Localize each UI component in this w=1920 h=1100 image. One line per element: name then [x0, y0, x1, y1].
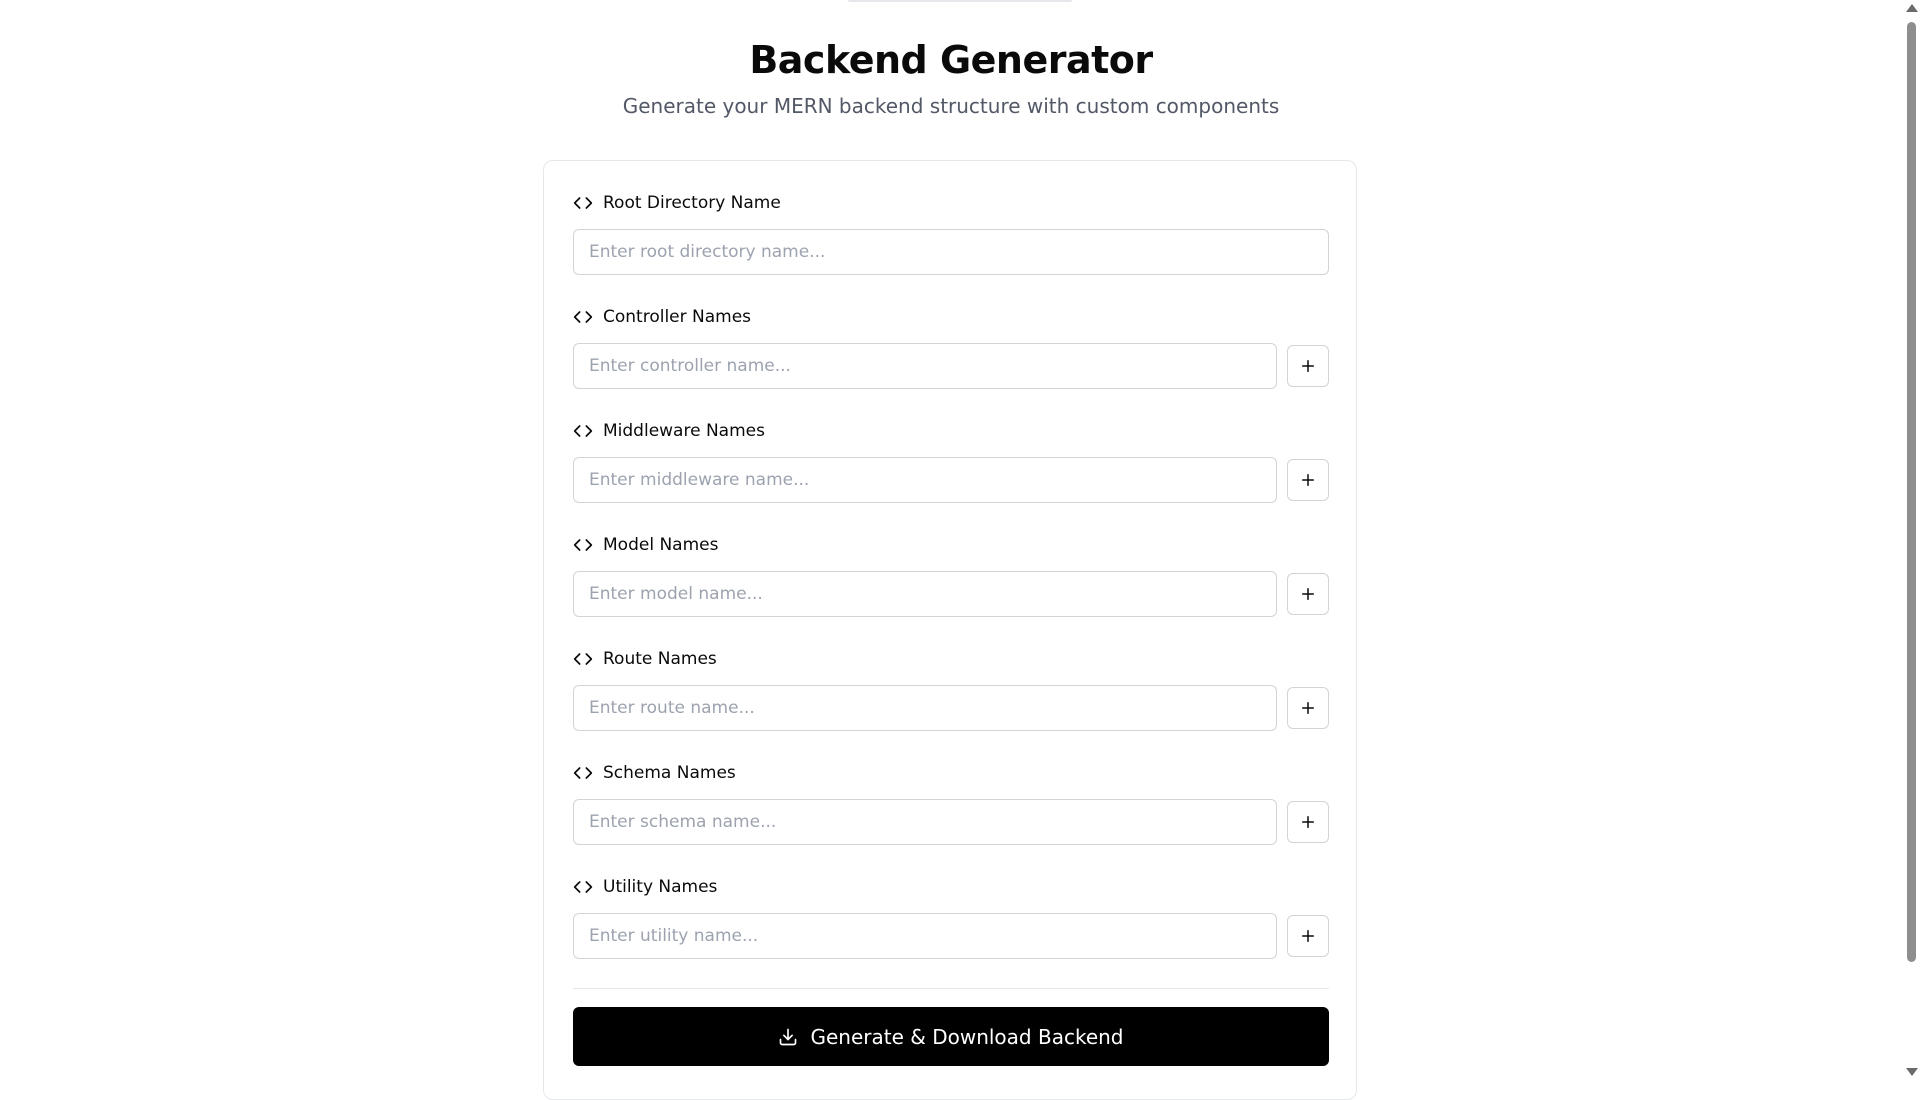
schema-names-field: Schema Names [573, 760, 1329, 845]
route-name-input[interactable] [573, 685, 1277, 731]
code-icon [573, 767, 593, 779]
download-icon [780, 1028, 797, 1045]
route-names-label-text: Route Names [603, 649, 717, 669]
generate-download-button[interactable]: Generate & Download Backend [573, 1007, 1329, 1066]
middleware-names-label: Middleware Names [573, 418, 1329, 444]
plus-icon [1302, 816, 1314, 828]
model-names-label: Model Names [573, 532, 1329, 558]
utility-names-row [573, 913, 1329, 959]
model-name-input[interactable] [573, 571, 1277, 617]
utility-names-field: Utility Names [573, 874, 1329, 959]
add-controller-button[interactable] [1287, 345, 1329, 387]
middleware-names-label-text: Middleware Names [603, 421, 765, 441]
schema-name-input[interactable] [573, 799, 1277, 845]
schema-names-label: Schema Names [573, 760, 1329, 786]
utility-names-label: Utility Names [573, 874, 1329, 900]
plus-icon [1302, 474, 1314, 486]
page-title: Backend Generator [749, 38, 1153, 82]
route-names-label: Route Names [573, 646, 1329, 672]
model-names-label-text: Model Names [603, 535, 719, 555]
add-utility-button[interactable] [1287, 915, 1329, 957]
root-directory-input[interactable] [573, 229, 1329, 275]
model-names-row [573, 571, 1329, 617]
code-icon [573, 881, 593, 893]
route-names-field: Route Names [573, 646, 1329, 731]
add-schema-button[interactable] [1287, 801, 1329, 843]
page-scrollbar[interactable] [1903, 0, 1920, 1080]
scroll-thumb[interactable] [1907, 22, 1916, 962]
controller-names-field: Controller Names [573, 304, 1329, 389]
plus-icon [1302, 360, 1314, 372]
middleware-names-field: Middleware Names [573, 418, 1329, 503]
middleware-names-row [573, 457, 1329, 503]
plus-icon [1302, 930, 1314, 942]
middleware-name-input[interactable] [573, 457, 1277, 503]
add-route-button[interactable] [1287, 687, 1329, 729]
schema-names-label-text: Schema Names [603, 763, 736, 783]
root-directory-field: Root Directory Name [573, 190, 1329, 275]
controller-names-label: Controller Names [573, 304, 1329, 330]
scroll-down-arrow-icon[interactable] [1906, 1068, 1918, 1076]
route-names-row [573, 685, 1329, 731]
schema-names-row [573, 799, 1329, 845]
form-divider [573, 988, 1329, 989]
utility-names-label-text: Utility Names [603, 877, 718, 897]
controller-name-input[interactable] [573, 343, 1277, 389]
add-middleware-button[interactable] [1287, 459, 1329, 501]
code-icon [573, 197, 593, 209]
model-names-field: Model Names [573, 532, 1329, 617]
root-directory-label: Root Directory Name [573, 190, 1329, 216]
root-directory-label-text: Root Directory Name [603, 193, 781, 213]
generate-download-label: Generate & Download Backend [810, 1024, 1124, 1049]
controller-names-row [573, 343, 1329, 389]
code-icon [573, 311, 593, 323]
controller-names-label-text: Controller Names [603, 307, 752, 327]
top-tab-indicator [848, 0, 1072, 2]
code-icon [573, 653, 593, 665]
generator-form-card: Root Directory Name Controller Names Mid… [543, 160, 1357, 1100]
utility-name-input[interactable] [573, 913, 1277, 959]
scroll-up-arrow-icon[interactable] [1906, 4, 1918, 12]
plus-icon [1302, 702, 1314, 714]
plus-icon [1302, 588, 1314, 600]
page-subtitle: Generate your MERN backend structure wit… [622, 94, 1280, 118]
code-icon [573, 425, 593, 437]
code-icon [573, 539, 593, 551]
root-directory-row [573, 229, 1329, 275]
add-model-button[interactable] [1287, 573, 1329, 615]
